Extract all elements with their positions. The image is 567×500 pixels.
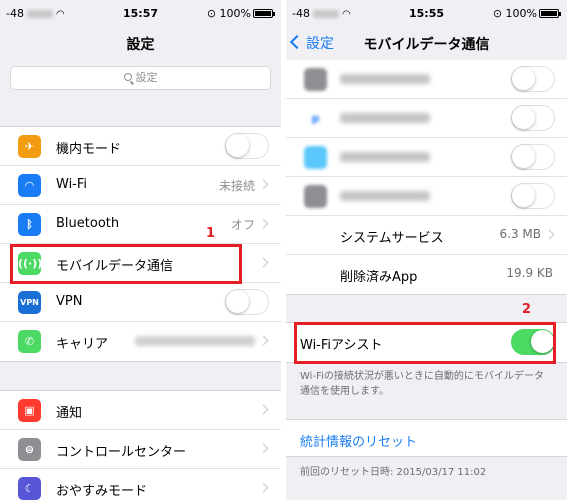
mobile-data-panel: -48 ◠ 15:55 ⊙ 100% 設定 モバイルデータ通信 p システムサー…: [286, 0, 567, 500]
rotation-lock-icon: ⊙: [206, 7, 217, 20]
battery-icon: [253, 9, 275, 18]
chevron-right-icon: [258, 443, 269, 454]
app-usage-group: p システムサービス 6.3 MB 削除済みApp 19.9 KB: [286, 60, 567, 295]
app-icon: p: [304, 107, 327, 130]
airplane-toggle[interactable]: [225, 133, 269, 159]
reset-statistics-button[interactable]: 統計情報のリセット: [286, 419, 567, 457]
page-title: モバイルデータ通信: [363, 37, 490, 53]
battery-status: ⊙ 100%: [492, 7, 561, 20]
rotation-lock-icon: ⊙: [492, 7, 503, 20]
notification-icon: ▣: [18, 399, 41, 422]
airplane-icon: ✈: [18, 135, 41, 158]
settings-row-do-not-disturb[interactable]: ☾ おやすみモード: [0, 469, 281, 500]
settings-row-notifications[interactable]: ▣ 通知: [0, 391, 281, 430]
chevron-right-icon: [258, 482, 269, 493]
app-cellular-toggle[interactable]: [511, 105, 555, 131]
app-row-blurred[interactable]: p: [286, 99, 567, 138]
callout-number: 2: [522, 302, 532, 317]
settings-row-control-center[interactable]: ⊜ コントロールセンター: [0, 430, 281, 469]
app-icon: [304, 185, 327, 208]
nav-bar: 設定 モバイルデータ通信: [286, 26, 567, 60]
app-cellular-toggle[interactable]: [511, 183, 555, 209]
phone-icon: ✆: [18, 330, 41, 353]
carrier-name-blurred: [135, 336, 255, 346]
battery-icon: [539, 9, 561, 18]
chevron-right-icon: [258, 404, 269, 415]
highlight-box-mobile-data: [10, 244, 242, 284]
chevron-right-icon: [544, 229, 555, 240]
control-center-icon: ⊜: [18, 438, 41, 461]
vpn-toggle[interactable]: [225, 289, 269, 315]
app-cellular-toggle[interactable]: [511, 66, 555, 92]
settings-row-wifi[interactable]: ◠ Wi-Fi 未接続: [0, 166, 281, 205]
search-input[interactable]: 設定: [10, 66, 271, 90]
app-row-blurred[interactable]: [286, 177, 567, 216]
settings-panel: -48 ◠ 15:57 ⊙ 100% 設定 設定 ✈ 機内モード ◠ Wi-Fi …: [0, 0, 281, 500]
chevron-right-icon: [258, 218, 269, 229]
settings-row-vpn[interactable]: VPN VPN: [0, 283, 281, 322]
app-icon: [304, 68, 327, 91]
deleted-apps-row: 削除済みApp 19.9 KB: [340, 266, 553, 285]
wifi-assist-description: Wi-Fiの接続状況が悪いときに自動的にモバイルデータ通信を使用します。: [300, 371, 544, 397]
wifi-icon: ◠: [18, 174, 41, 197]
status-bar: -48 ◠ 15:57 ⊙ 100%: [0, 0, 281, 26]
chevron-right-icon: [258, 257, 269, 268]
bluetooth-icon: ᛒ: [18, 213, 41, 236]
vpn-icon: VPN: [18, 291, 41, 314]
moon-icon: ☾: [18, 477, 41, 500]
battery-status: ⊙ 100%: [206, 7, 275, 20]
highlight-box-wifi-assist: [294, 322, 556, 364]
app-row-blurred[interactable]: [286, 138, 567, 177]
app-icon: [304, 146, 327, 169]
chevron-right-icon: [258, 335, 269, 346]
app-row-blurred[interactable]: [286, 60, 567, 99]
page-title: 設定: [126, 37, 155, 53]
app-cellular-toggle[interactable]: [511, 144, 555, 170]
search-area: 設定: [0, 60, 281, 98]
search-icon: [123, 73, 132, 81]
notifications-group: ▣ 通知 ⊜ コントロールセンター ☾ おやすみモード: [0, 390, 281, 500]
chevron-right-icon: [258, 179, 269, 190]
system-services-row[interactable]: システムサービス 6.3 MB: [286, 216, 567, 255]
settings-row-bluetooth[interactable]: ᛒ Bluetooth オフ: [0, 205, 281, 244]
settings-row-airplane[interactable]: ✈ 機内モード: [0, 127, 281, 166]
nav-bar: 設定: [0, 26, 281, 60]
last-reset-timestamp: 前回のリセット日時: 2015/03/17 11:02: [300, 467, 487, 478]
status-bar: -48 ◠ 15:55 ⊙ 100%: [286, 0, 567, 26]
callout-number: 1: [206, 226, 216, 241]
settings-row-carrier[interactable]: ✆ キャリア: [0, 322, 281, 361]
